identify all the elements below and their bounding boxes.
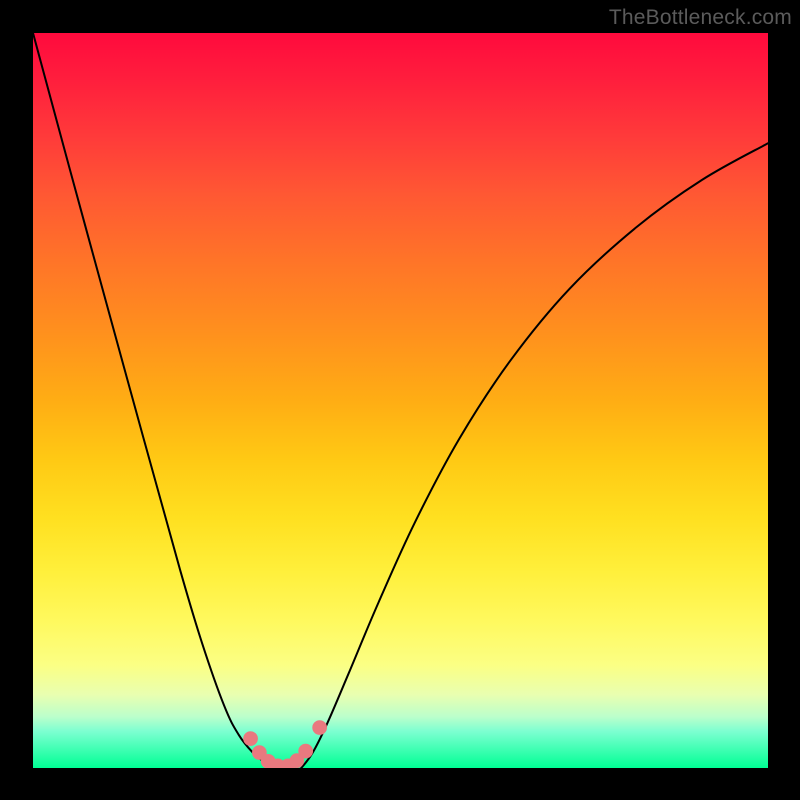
valley-marker-6 (298, 744, 313, 759)
chart-frame: TheBottleneck.com (0, 0, 800, 800)
plot-svg (33, 33, 768, 768)
curve-left-branch (33, 33, 273, 768)
plot-area (33, 33, 768, 768)
curve-right-branch (301, 143, 768, 768)
valley-marker-7 (312, 720, 327, 735)
valley-marker-group (243, 720, 327, 768)
valley-marker-0 (243, 731, 258, 746)
watermark-text: TheBottleneck.com (609, 6, 792, 30)
